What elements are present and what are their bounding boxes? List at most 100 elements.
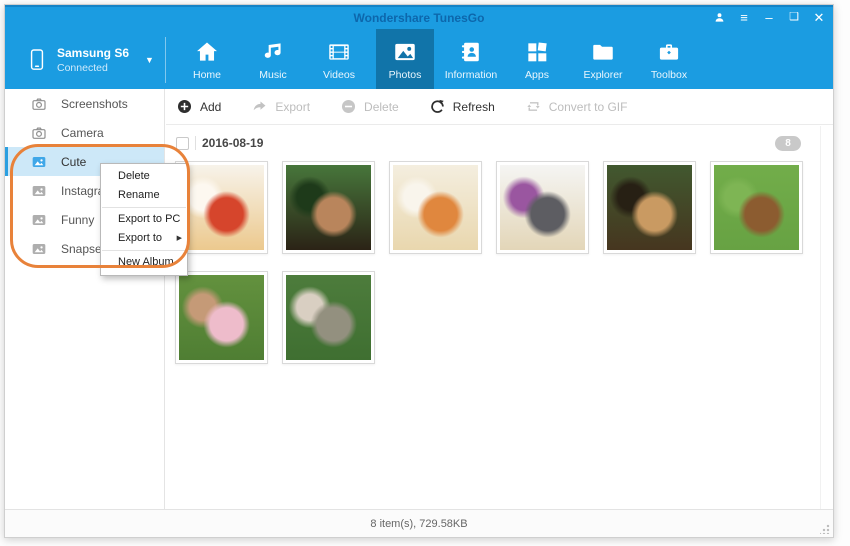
- tab-label: Videos: [323, 69, 355, 81]
- menu-separator: [102, 250, 186, 251]
- app-title: Wondershare TunesGo: [5, 11, 833, 25]
- content-area: Add Export Delete Refresh Convert to GIF 201…: [166, 89, 833, 509]
- tab-apps[interactable]: Apps: [508, 29, 566, 91]
- menu-item-export-to[interactable]: Export to▶: [101, 229, 187, 248]
- photo-thumbnail-orange-kitten-on-wicker-bench[interactable]: [389, 161, 482, 254]
- photo-image: [179, 165, 264, 250]
- user-account-icon[interactable]: [711, 9, 727, 25]
- tab-label: Photos: [389, 69, 422, 81]
- album-icon: [31, 241, 47, 257]
- convert-button[interactable]: Convert to GIF: [525, 98, 628, 115]
- sidebar-item-label: Camera: [61, 126, 104, 140]
- nav-tabs: Home Music Videos Photos Information Apps Expl…: [178, 29, 698, 91]
- toolbar-button-label: Refresh: [453, 100, 495, 114]
- photo-thumbnail-gray-kitten-on-wicker-chair[interactable]: [496, 161, 589, 254]
- menu-item-rename[interactable]: Rename: [101, 186, 187, 205]
- add-button[interactable]: Add: [176, 98, 221, 115]
- photo-thumbnail-kitten-in-bucket-on-grass[interactable]: [710, 161, 803, 254]
- refresh-icon: [429, 98, 446, 115]
- convert-icon: [525, 98, 542, 115]
- divider: [195, 136, 196, 150]
- album-context-menu: Delete Rename Export to PC Export to▶ New Al…: [100, 163, 188, 276]
- album-sidebar: ScreenshotsCameraCuteInstagramFunnySnaps…: [5, 89, 165, 509]
- phone-icon: [27, 47, 47, 73]
- photos-toolbar: Add Export Delete Refresh Convert to GIF: [166, 89, 833, 125]
- toolbar-button-label: Add: [200, 100, 221, 114]
- album-icon: [31, 212, 47, 228]
- photo-image: [286, 275, 371, 360]
- close-button[interactable]: ✕: [811, 9, 827, 25]
- tab-photos[interactable]: Photos: [376, 29, 434, 91]
- photo-thumbnail-calico-kitten-with-pink-basket[interactable]: [175, 271, 268, 364]
- tab-label: Explorer: [583, 69, 622, 81]
- tab-explorer[interactable]: Explorer: [574, 29, 632, 91]
- sidebar-item-label: Funny: [61, 213, 94, 227]
- add-icon: [176, 98, 193, 115]
- toolbar-button-label: Delete: [364, 100, 399, 114]
- album-icon: [31, 183, 47, 199]
- album-icon: [31, 154, 47, 170]
- menu-icon[interactable]: ≡: [736, 9, 752, 25]
- camera-icon: [31, 125, 47, 141]
- photo-image: [714, 165, 799, 250]
- home-icon: [194, 39, 220, 65]
- menu-separator: [102, 207, 186, 208]
- sidebar-item-screenshots[interactable]: Screenshots: [5, 89, 164, 118]
- tab-label: Apps: [525, 69, 549, 81]
- delete-button[interactable]: Delete: [340, 98, 399, 115]
- submenu-arrow-icon: ▶: [177, 229, 182, 248]
- photo-thumbnail-puppy-on-wooden-bridge[interactable]: [603, 161, 696, 254]
- photo-image: [286, 165, 371, 250]
- apps-icon: [524, 39, 550, 65]
- menu-item-delete[interactable]: Delete: [101, 167, 187, 186]
- tab-music[interactable]: Music: [244, 29, 302, 91]
- tab-label: Information: [445, 69, 498, 81]
- device-selector[interactable]: Samsung S6 Connected ▼: [19, 35, 165, 85]
- header-divider: [165, 37, 166, 83]
- date-label: 2016-08-19: [202, 136, 263, 150]
- sidebar-item-label: Screenshots: [61, 97, 128, 111]
- menu-item-label: Delete: [118, 170, 150, 182]
- toolbar-button-label: Export: [275, 100, 310, 114]
- menu-item-export-to-pc[interactable]: Export to PC: [101, 210, 187, 229]
- tab-home[interactable]: Home: [178, 29, 236, 91]
- menu-item-new-album[interactable]: New Album: [101, 253, 187, 272]
- device-name: Samsung S6: [57, 46, 129, 60]
- toolbox-icon: [656, 39, 682, 65]
- information-icon: [458, 39, 484, 65]
- tab-videos[interactable]: Videos: [310, 29, 368, 91]
- sidebar-item-camera[interactable]: Camera: [5, 118, 164, 147]
- photo-thumbnail-two-cats-in-red-basket[interactable]: [175, 161, 268, 254]
- maximize-button[interactable]: ❑: [786, 9, 802, 25]
- photo-image: [179, 275, 264, 360]
- tab-toolbox[interactable]: Toolbox: [640, 29, 698, 91]
- date-group-checkbox[interactable]: [176, 137, 189, 150]
- status-bar: 8 item(s), 729.58KB: [5, 509, 833, 537]
- sidebar-item-label: Cute: [61, 155, 86, 169]
- photo-grid: [175, 161, 823, 364]
- menu-item-label: New Album: [118, 256, 174, 268]
- menu-item-label: Rename: [118, 189, 160, 201]
- videos-icon: [326, 39, 352, 65]
- music-icon: [260, 39, 286, 65]
- photo-image: [607, 165, 692, 250]
- refresh-button[interactable]: Refresh: [429, 98, 495, 115]
- minimize-button[interactable]: –: [761, 9, 777, 25]
- photo-thumbnail-puppy-on-dark-log[interactable]: [282, 161, 375, 254]
- photo-count-badge: 8: [775, 136, 801, 151]
- date-group-header: 2016-08-19 8: [176, 131, 823, 155]
- export-button[interactable]: Export: [251, 98, 310, 115]
- camera-icon: [31, 96, 47, 112]
- tab-label: Music: [259, 69, 286, 81]
- delete-icon: [340, 98, 357, 115]
- status-text: 8 item(s), 729.58KB: [370, 518, 467, 530]
- titlebar: Wondershare TunesGo ≡ – ❑ ✕: [5, 7, 833, 29]
- tab-information[interactable]: Information: [442, 29, 500, 91]
- toolbar-button-label: Convert to GIF: [549, 100, 628, 114]
- tab-label: Home: [193, 69, 221, 81]
- menu-item-label: Export to PC: [118, 213, 180, 225]
- resize-grip[interactable]: [820, 524, 830, 534]
- explorer-icon: [590, 39, 616, 65]
- photo-thumbnail-kitten-on-tree-stump[interactable]: [282, 271, 375, 364]
- device-status: Connected: [57, 62, 129, 74]
